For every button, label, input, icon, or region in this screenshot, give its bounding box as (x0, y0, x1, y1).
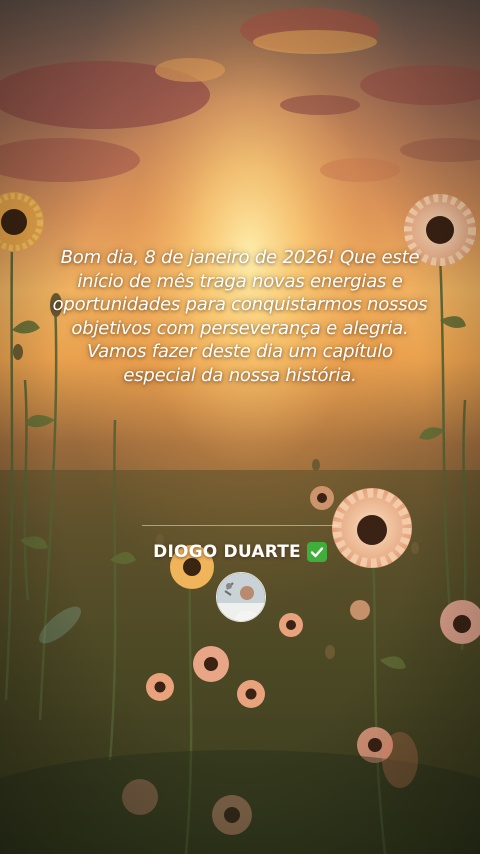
author-name: DIOGO DUARTE (153, 542, 301, 562)
status-post: Bom dia, 8 de janeiro de 2026! Que este … (0, 0, 480, 854)
divider (142, 525, 338, 526)
post-message: Bom dia, 8 de janeiro de 2026! Que este … (52, 247, 428, 386)
check-mark-icon (306, 542, 327, 562)
author-row: DIOGO DUARTE (100, 542, 380, 562)
avatar[interactable] (216, 572, 266, 622)
sunset-field-background (0, 0, 480, 854)
